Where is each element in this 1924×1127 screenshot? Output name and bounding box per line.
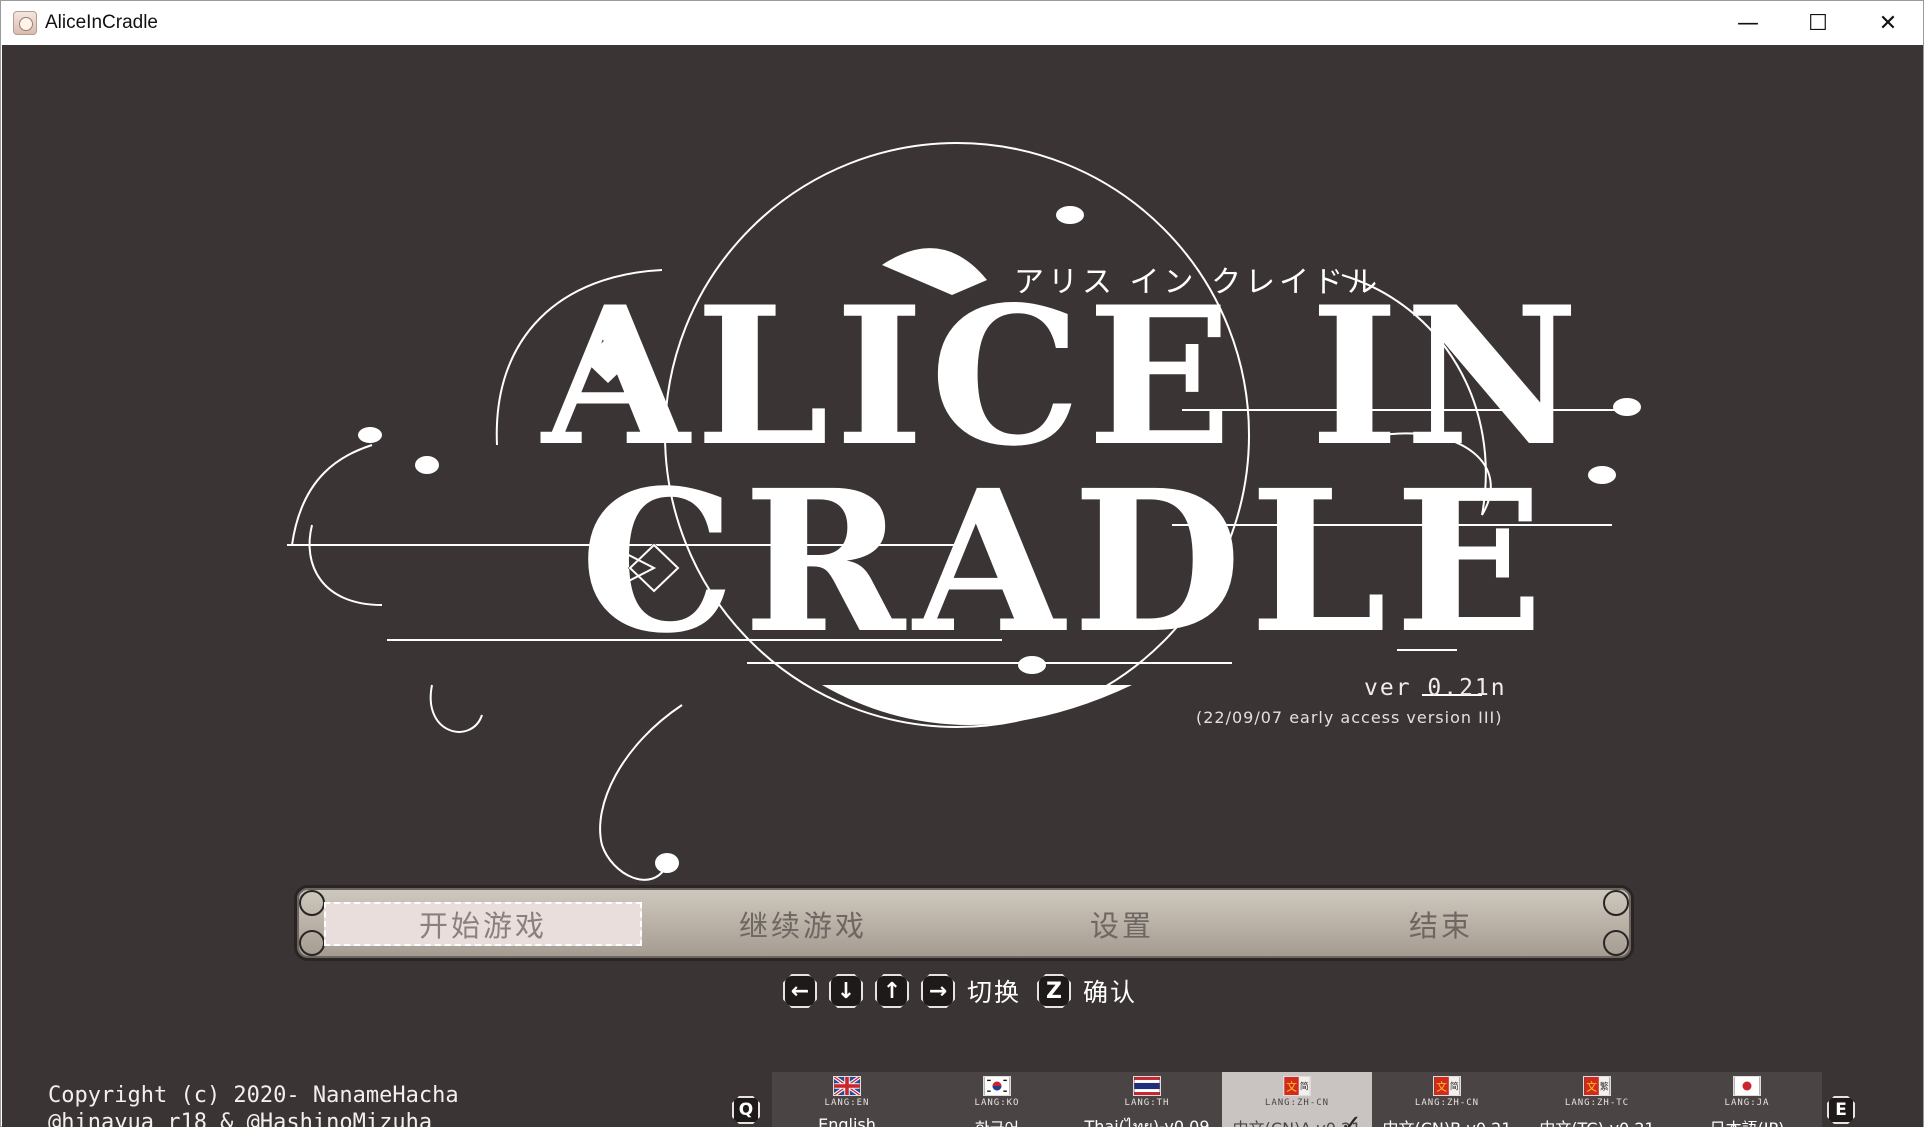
language-option-japanese[interactable]: LANG:JA 日本語(JP) bbox=[1672, 1072, 1822, 1127]
language-name: English bbox=[818, 1115, 876, 1127]
copyright-line2: @hinayua_r18 & @HashinoMizuha bbox=[48, 1110, 433, 1127]
app-icon bbox=[13, 11, 37, 35]
language-option-english[interactable]: LANG:EN English bbox=[772, 1072, 922, 1127]
corner-ornament bbox=[1603, 890, 1629, 916]
title-bar: AliceInCradle — ☐ ✕ bbox=[1, 1, 1923, 45]
zh-simplified-icon: 文 简 bbox=[1283, 1076, 1311, 1096]
zh-simplified-icon: 文 简 bbox=[1433, 1076, 1461, 1096]
korea-flag-icon bbox=[983, 1076, 1011, 1096]
checkmark-icon: ✓ bbox=[1340, 1110, 1362, 1127]
title-logo: ALICE IN CRADLE bbox=[287, 142, 1641, 881]
logo-katakana: アリス イン クレイドル bbox=[1014, 265, 1382, 300]
version-label: ver 0.21n bbox=[1364, 675, 1507, 701]
language-option-korean[interactable]: LANG:KO 한국어 bbox=[922, 1072, 1072, 1127]
language-option-zh-tc[interactable]: 文 繁 LANG:ZH-TC 中文(TC)-v0.21 bbox=[1522, 1072, 1672, 1127]
language-selector: LANG:EN English LANG:KO 한국어 bbox=[772, 1072, 1822, 1127]
e-key-icon[interactable]: E bbox=[1827, 1096, 1855, 1124]
language-code: LANG:KO bbox=[974, 1098, 1020, 1108]
arrow-up-key-icon: ↑ bbox=[875, 974, 909, 1008]
svg-text:文: 文 bbox=[1586, 1081, 1597, 1094]
language-code: LANG:ZH-CN bbox=[1264, 1098, 1330, 1108]
maximize-button[interactable]: ☐ bbox=[1783, 1, 1853, 45]
window-controls: — ☐ ✕ bbox=[1713, 1, 1923, 45]
menu-continue-game[interactable]: 继续游戏 bbox=[644, 902, 962, 946]
menu-settings[interactable]: 设置 bbox=[963, 902, 1281, 946]
menu-quit[interactable]: 结束 bbox=[1282, 902, 1600, 946]
language-name: 中文(TC)-v0.21 bbox=[1539, 1115, 1654, 1127]
language-code: LANG:EN bbox=[824, 1098, 870, 1108]
menu-start-game[interactable]: 开始游戏 bbox=[324, 902, 642, 946]
language-code: LANG:TH bbox=[1124, 1098, 1170, 1108]
language-name: 한국어 bbox=[975, 1115, 1019, 1127]
app-window: AliceInCradle — ☐ ✕ ALICE IN CRADLE アリス … bbox=[0, 0, 1924, 1127]
corner-ornament bbox=[1603, 930, 1629, 956]
main-menu: 开始游戏 继续游戏 设置 结束 bbox=[294, 885, 1634, 961]
svg-text:文: 文 bbox=[1286, 1081, 1297, 1094]
language-name: 中文(CN)B-v0.21 bbox=[1382, 1115, 1511, 1127]
game-screen: ALICE IN CRADLE アリス イン クレイドル ver 0.21n (… bbox=[2, 45, 1923, 1127]
corner-ornament bbox=[299, 890, 325, 916]
language-code: LANG:ZH-TC bbox=[1564, 1098, 1630, 1108]
arrow-down-key-icon: ↓ bbox=[829, 974, 863, 1008]
z-key-icon: Z bbox=[1037, 974, 1072, 1008]
svg-text:文: 文 bbox=[1436, 1081, 1447, 1094]
minimize-button[interactable]: — bbox=[1713, 1, 1783, 45]
zh-traditional-icon: 文 繁 bbox=[1583, 1076, 1611, 1096]
language-name: 日本語(JP) bbox=[1710, 1115, 1785, 1127]
version-detail: (22/09/07 early access version III) bbox=[1196, 708, 1503, 727]
corner-ornament bbox=[299, 930, 325, 956]
copyright-line1: Copyright (c) 2020- NanameHacha bbox=[48, 1083, 459, 1108]
language-option-zh-cn-b[interactable]: 文 简 LANG:ZH-CN 中文(CN)B-v0.21 bbox=[1372, 1072, 1522, 1127]
window-title: AliceInCradle bbox=[45, 12, 158, 33]
arrow-right-key-icon: → bbox=[921, 974, 955, 1008]
arrow-left-key-icon: ← bbox=[783, 974, 817, 1008]
language-code: LANG:JA bbox=[1724, 1098, 1770, 1108]
q-key-icon[interactable]: Q bbox=[732, 1096, 760, 1124]
logo-title-line2: CRADLE bbox=[580, 447, 1551, 676]
language-code: LANG:ZH-CN bbox=[1414, 1098, 1480, 1108]
switch-label: 切换 bbox=[967, 978, 1022, 1007]
close-button[interactable]: ✕ bbox=[1853, 1, 1923, 45]
confirm-label: 确认 bbox=[1083, 978, 1138, 1007]
svg-text:简: 简 bbox=[1450, 1081, 1459, 1093]
svg-text:简: 简 bbox=[1300, 1081, 1309, 1093]
svg-text:繁: 繁 bbox=[1600, 1081, 1609, 1093]
japan-flag-icon bbox=[1733, 1076, 1761, 1096]
uk-flag-icon bbox=[833, 1076, 861, 1096]
key-help: ← ↓ ↑ → 切换 Z 确认 bbox=[783, 971, 1153, 1011]
copyright: Copyright (c) 2020- NanameHacha @hinayua… bbox=[48, 1082, 459, 1127]
language-option-zh-cn-a[interactable]: 文 简 LANG:ZH-CN 中文(CN)A-v0.21 ✓ bbox=[1222, 1072, 1372, 1127]
language-option-thai[interactable]: LANG:TH Thai(ไทย)-v0.09 bbox=[1072, 1072, 1222, 1127]
thailand-flag-icon bbox=[1133, 1076, 1161, 1096]
language-name: Thai(ไทย)-v0.09 bbox=[1084, 1117, 1210, 1127]
